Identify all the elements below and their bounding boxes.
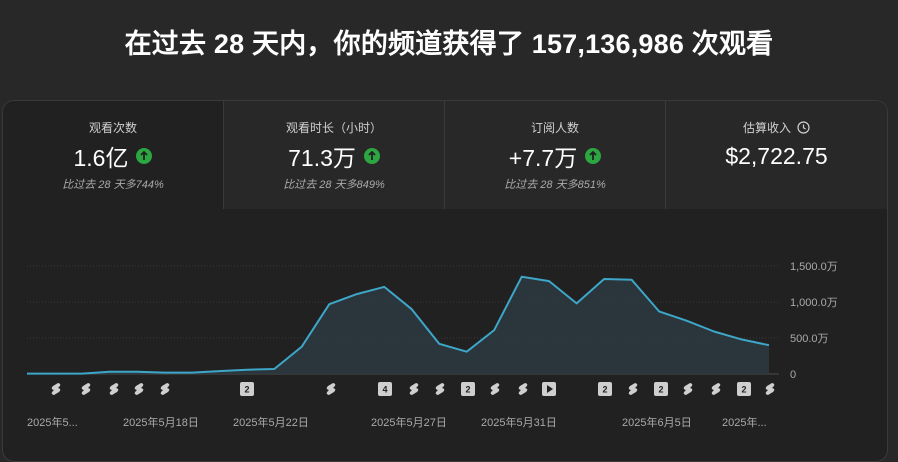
shorts-icon[interactable] [628,383,638,395]
x-tick-label: 2025年5月27日 [371,415,447,429]
shorts-icon[interactable] [81,383,91,395]
data-point [300,345,304,349]
x-tick-label: 2025年5月18日 [123,415,199,429]
x-tick-label: 2025年5月22日 [233,415,309,429]
upload-count-badge[interactable]: 2 [461,382,475,396]
data-point [382,285,386,289]
shorts-icon[interactable] [518,383,528,395]
shorts-icon[interactable] [490,383,500,395]
x-tick-label: 2025年6月5日 [622,415,692,429]
data-point [492,328,496,332]
data-point [685,319,689,323]
video-upload-marker[interactable] [542,382,556,396]
shorts-icon[interactable] [109,383,119,395]
y-tick-label: 1,500.0万 [790,261,838,273]
x-tick-label: 2025年5月31日 [481,415,557,429]
y-tick-label: 1,000.0万 [790,297,838,309]
shorts-icon[interactable] [683,383,693,395]
upload-count-badge[interactable]: 2 [654,382,668,396]
upload-count-badge[interactable]: 2 [598,382,612,396]
shorts-icon[interactable] [711,383,721,395]
upload-count-badge[interactable]: 2 [737,382,751,396]
data-point [245,368,249,372]
upload-count: 2 [741,385,746,395]
shorts-icon[interactable] [435,383,445,395]
data-point [657,309,661,313]
data-point [272,367,276,371]
data-point [767,343,771,347]
upload-count-badge[interactable]: 4 [378,382,392,396]
data-point [355,292,359,296]
data-point [162,371,166,375]
data-point [712,330,716,334]
analytics-card: 观看次数 1.6亿 比过去 28 天多744% 观看时长（小时） 71.3万 比… [2,100,888,462]
views-chart[interactable]: 1,500.0万 1,000.0万 500.0万 0 2 4 2 2 2 2 2025年5... 20… [3,101,887,461]
data-point [575,301,579,305]
data-point [740,337,744,341]
data-point [437,342,441,346]
shorts-icon[interactable] [326,383,336,395]
y-tick-label: 0 [790,369,796,381]
shorts-icon[interactable] [160,383,170,395]
shorts-icon[interactable] [409,383,419,395]
data-point [465,350,469,354]
shorts-icon[interactable] [765,383,775,395]
x-tick-label: 2025年5... [27,415,78,429]
data-point [107,370,111,374]
upload-count: 4 [382,385,387,395]
data-point [25,372,29,376]
views-area [27,276,769,374]
data-point [80,372,84,376]
data-point [190,371,194,375]
data-point [52,372,56,376]
upload-count: 2 [602,385,607,395]
y-tick-label: 500.0万 [790,333,829,345]
data-point [410,307,414,311]
data-point [217,369,221,373]
upload-count: 2 [465,385,470,395]
upload-count-badge[interactable]: 2 [240,382,254,396]
data-point [327,302,331,306]
x-tick-label: 2025年... [722,415,767,429]
upload-count: 2 [244,385,249,395]
data-point [520,275,524,279]
page-headline: 在过去 28 天内，你的频道获得了 157,136,986 次观看 [124,29,774,59]
data-point [630,278,634,282]
data-point [547,279,551,283]
data-point [135,370,139,374]
shorts-icon[interactable] [51,383,61,395]
data-point [602,277,606,281]
upload-count: 2 [658,385,663,395]
shorts-icon[interactable] [134,383,144,395]
